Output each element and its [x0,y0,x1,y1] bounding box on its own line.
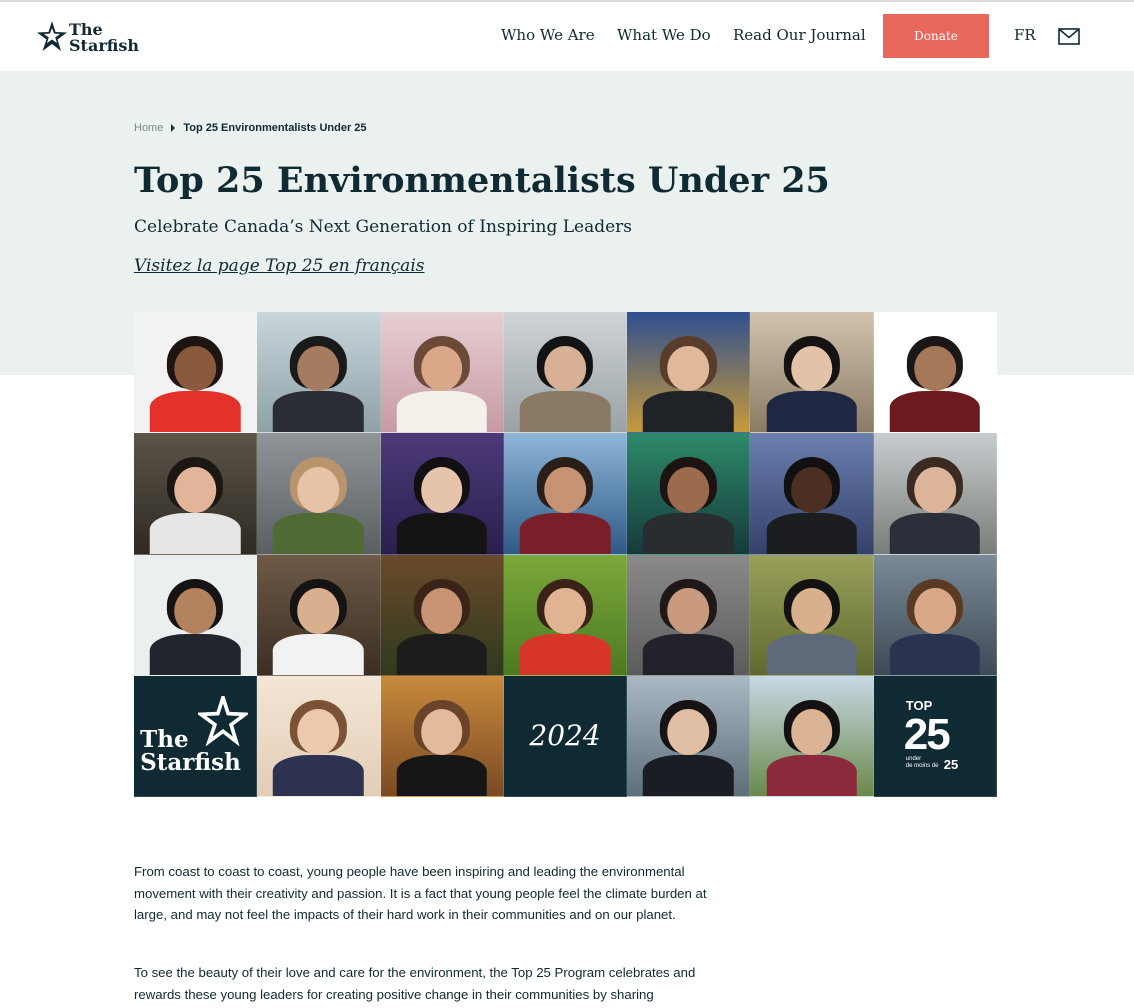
honoree-photo [134,312,258,434]
nav-what-we-do[interactable]: What We Do [617,26,711,44]
honoree-photo-grid: The Starfish 2024 TOP 25 under de moins … [134,312,998,797]
logo-line-2: Starfish [69,36,140,55]
nav-read-our-journal[interactable]: Read Our Journal [733,26,866,44]
top-25-under-en: under [905,755,922,762]
year-label: 2024 [529,719,601,753]
top-25-under-label: under de moins de [906,756,939,770]
top-25-number-small: 25 [943,756,959,772]
honoree-photo [873,312,998,434]
honoree-photo [380,312,504,434]
page-title: Top 25 Environmentalists Under 25 [134,160,830,201]
intro-paragraph-2: To see the beauty of their love and care… [134,965,696,1002]
honoree-photo [750,312,874,434]
year-tile: 2024 [503,675,628,797]
top-25-number: 25 [903,709,951,759]
honoree-photo [503,312,628,434]
breadcrumb-current: Top 25 Environmentalists Under 25 [183,122,367,134]
breadcrumb-home[interactable]: Home [134,122,163,134]
site-logo[interactable]: The Starfish [36,20,146,56]
honoree-photo [627,554,751,676]
starfish-star-icon [37,21,67,51]
top-25-logo: TOP 25 under de moins de 25 [874,676,996,796]
honoree-photo [750,433,874,555]
honoree-photo [503,554,628,676]
brand-tile-line-2: Starfish [140,748,241,776]
honoree-photo [627,433,751,555]
honoree-photo [873,433,998,555]
nav-who-we-are[interactable]: Who We Are [501,26,595,44]
honoree-photo [380,554,504,676]
honoree-photo [380,675,504,797]
honoree-photo [257,554,381,676]
breadcrumb-arrow-icon [171,124,176,132]
french-page-link[interactable]: Visitez la page Top 25 en français [134,256,424,276]
honoree-photo [257,675,381,797]
honoree-photo [503,433,628,555]
honoree-photo [873,554,998,676]
top-25-badge-tile: TOP 25 under de moins de 25 [873,675,998,797]
honoree-photo [134,554,258,676]
honoree-photo [134,433,258,555]
top-25-under-fr: de moins de [905,762,939,769]
honoree-photo [257,312,381,434]
honoree-photo [627,312,751,434]
honoree-photo [750,675,874,797]
brand-tile-text: The Starfish [140,728,241,774]
honoree-photo [627,675,751,797]
donate-button[interactable]: Donate [883,14,989,58]
honoree-photo [380,433,504,555]
honoree-photo [257,433,381,555]
honoree-photo [750,554,874,676]
site-header: The Starfish Who We Are What We Do Read … [0,2,1134,71]
starfish-brand-tile: The Starfish [134,675,258,797]
page-subtitle: Celebrate Canada’s Next Generation of In… [134,217,633,237]
mail-icon[interactable] [1058,28,1080,50]
intro-paragraph-1: From coast to coast to coast, young peop… [134,864,707,923]
language-toggle[interactable]: FR [1014,26,1036,44]
logo-text: The Starfish [69,22,139,54]
breadcrumb: Home Top 25 Environmentalists Under 25 [134,122,367,134]
